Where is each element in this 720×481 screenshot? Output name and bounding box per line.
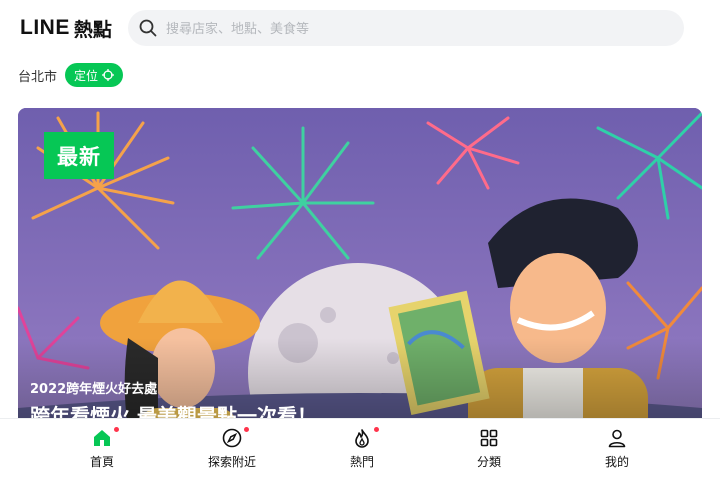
new-badge: 最新 [44,132,114,179]
search-icon [139,19,157,37]
nav-label-home: 首頁 [89,455,114,469]
user-icon [608,429,626,448]
search-input[interactable] [164,10,668,48]
crosshair-icon [102,69,115,81]
location-label[interactable]: 台北市 [18,66,57,85]
nav-label-category: 分類 [476,455,501,469]
nav-item-profile[interactable]: 我的 [562,419,672,481]
notification-dot [244,427,249,432]
grid-icon [480,429,498,447]
home-icon [94,430,110,446]
bottom-nav: 首頁 探索附近 熱門 分類 我的 [0,418,720,481]
flame-icon [355,429,369,448]
location-row: 台北市 定位 [18,62,124,88]
notification-dot [114,427,119,432]
nav-item-explore[interactable]: 探索附近 [177,419,287,481]
line-logo[interactable]: LINE 熱點 [20,14,112,42]
search-bar[interactable] [128,10,684,48]
nav-label-explore: 探索附近 [207,455,256,469]
nav-item-hot[interactable]: 熱門 [307,419,417,481]
logo-text: LINE [20,16,70,39]
notification-dot [374,427,379,432]
top-header: LINE 熱點 [0,0,720,56]
nav-item-category[interactable]: 分類 [434,419,544,481]
nav-label-hot: 熱門 [349,455,374,469]
locate-chip[interactable]: 定位 [65,63,124,87]
compass-icon [222,428,242,448]
nav-item-home[interactable]: 首頁 [47,419,157,481]
hero-subtitle: 2022跨年煙火好去處 [30,382,158,397]
nav-label-profile: 我的 [604,455,629,469]
locate-chip-label: 定位 [74,68,99,83]
logo-sub-text: 熱點 [73,18,112,41]
